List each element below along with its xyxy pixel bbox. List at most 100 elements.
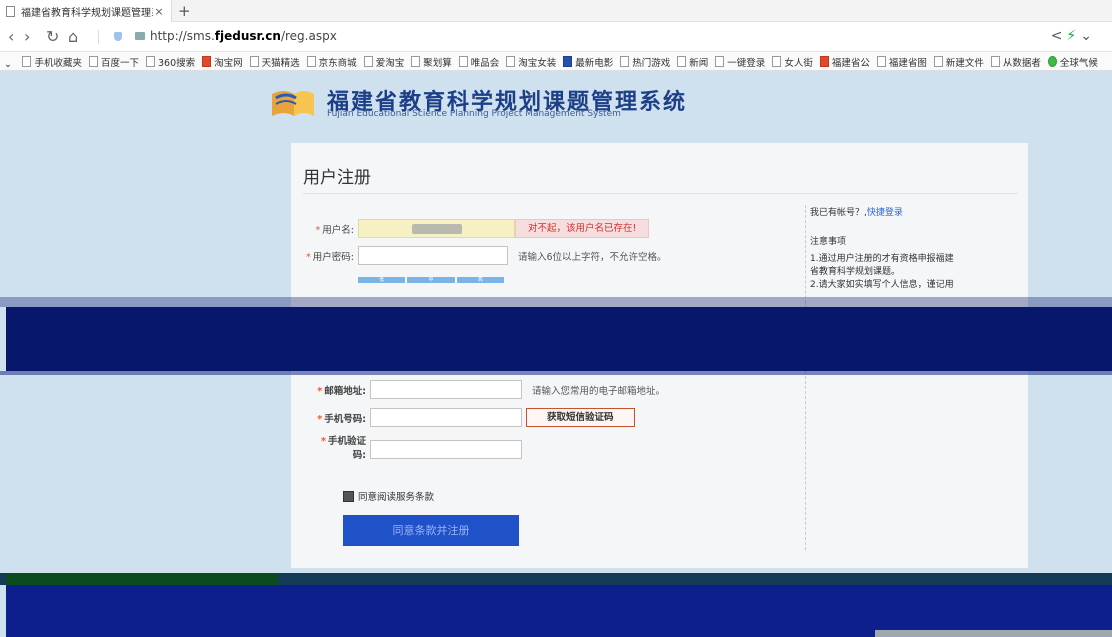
page-icon (22, 56, 32, 67)
page-icon (249, 56, 259, 67)
favorite-item[interactable]: 新建文件 (933, 52, 984, 70)
close-tab-icon[interactable]: × (153, 5, 165, 18)
favorite-label: 热门游戏 (632, 57, 671, 69)
home-icon[interactable]: ⌂ (68, 27, 78, 46)
favorite-label: 唯品会 (470, 57, 500, 69)
favorite-item[interactable]: 唯品会 (458, 52, 500, 70)
favorite-label: 天猫精选 (261, 57, 300, 69)
quick-login-link[interactable]: 快捷登录 (867, 208, 903, 218)
favorite-item[interactable]: 新闻 (677, 52, 709, 70)
toolbar-divider (98, 30, 99, 44)
email-input[interactable] (370, 380, 522, 399)
favorite-label: 新闻 (689, 57, 709, 69)
url-field[interactable]: http://sms.fjedusr.cn/reg.aspx (150, 29, 337, 43)
favorite-item[interactable]: 福建省图 (876, 52, 927, 70)
page-icon (506, 56, 516, 67)
favorite-item[interactable]: 360搜索 (146, 52, 196, 70)
favorite-item[interactable]: 聚划算 (411, 52, 452, 70)
browser-tab[interactable]: 福建省教育科学规划课题管理系统 × (0, 0, 172, 22)
page-icon (306, 56, 316, 67)
forward-icon[interactable]: › (24, 27, 30, 46)
favorite-item[interactable]: 热门游戏 (620, 52, 671, 70)
favorite-label: 360搜索 (158, 57, 196, 69)
page-icon (772, 56, 782, 67)
agree-terms-label[interactable]: 同意阅读服务条款 (358, 489, 434, 503)
site-subtitle: Fujian Educational Science Planning Proj… (327, 109, 621, 119)
favorite-item[interactable]: 女人街 (772, 52, 813, 70)
username-label: * 用户名: (315, 224, 354, 236)
favorite-label: 爱淘宝 (375, 57, 405, 69)
favorite-label: 从数据者 (1002, 57, 1041, 69)
note-2: 2.请大家如实填写个人信息，谨记用 (810, 280, 954, 290)
username-value-redacted (411, 223, 462, 234)
favorite-item[interactable]: 淘宝网 (202, 52, 243, 70)
favorite-label: 淘宝网 (214, 57, 243, 69)
page-icon (146, 56, 155, 67)
phone-input[interactable] (370, 408, 522, 427)
speed-mode-icon[interactable]: ⚡ (1066, 28, 1080, 44)
render-glitch-band (6, 307, 1112, 371)
favorite-item[interactable]: 最新电影 (563, 52, 614, 70)
page-icon (6, 5, 15, 17)
sms-code-row: * 手机验证 码: (300, 435, 522, 463)
favorite-label: 手机收藏夹 (34, 57, 82, 69)
favorite-item[interactable]: 福建省公 (819, 52, 870, 70)
favorites-expand-icon[interactable]: ⌄ (4, 55, 12, 70)
favorite-item[interactable]: 京东商城 (306, 52, 357, 70)
page-icon (411, 56, 421, 67)
note-1b: 省教育科学规划课题。 (810, 267, 901, 277)
security-shield-icon[interactable] (114, 32, 122, 41)
refresh-icon[interactable]: ↻ (46, 27, 59, 46)
site-header: 福建省教育科学规划课题管理系统 Fujian Educational Scien… (270, 78, 690, 128)
favorite-label: 福建省图 (888, 57, 927, 69)
favorite-item[interactable]: 百度一下 (88, 52, 139, 70)
page-icon (88, 56, 98, 67)
password-input[interactable] (358, 246, 508, 265)
favorite-label: 京东商城 (318, 57, 357, 69)
site-favicon-icon (563, 56, 573, 67)
site-favicon-icon (819, 56, 829, 67)
favorite-item[interactable]: 淘宝女装 (506, 52, 556, 70)
favorites-bar: ⌄ 手机收藏夹 百度一下 360搜索 淘宝网 天猫精选 京东商城 爱淘宝 聚划算 唯品会 淘宝女装… (0, 52, 1112, 71)
site-favicon-icon (1047, 56, 1057, 67)
favorite-item[interactable]: 从数据者 (990, 52, 1041, 70)
sidebar: 我已有帐号？,快捷登录 注意事项 1.通过用户注册的才有资格申报福建 省教育科学… (810, 207, 1010, 292)
phone-row: * 手机号码: 获取短信验证码 (300, 408, 635, 427)
tab-title: 福建省教育科学规划课题管理系统 (21, 7, 153, 19)
new-tab-button[interactable]: + (178, 2, 191, 20)
favorite-label: 一键登录 (727, 57, 766, 69)
notes-title: 注意事项 (810, 237, 847, 247)
password-row: * 用户密码: 请输入6位以上字符，不允许空格。 (300, 246, 667, 265)
password-label: * 用户密码: (306, 251, 354, 263)
agree-checkbox[interactable] (343, 490, 354, 502)
email-label: * 邮箱地址: (317, 385, 366, 397)
favorite-item[interactable]: 天猫精选 (249, 52, 300, 70)
get-sms-code-button[interactable]: 获取短信验证码 (526, 408, 635, 427)
favorite-item[interactable]: 一键登录 (715, 52, 766, 70)
render-glitch-band (6, 573, 278, 585)
book-logo-icon (272, 91, 314, 116)
sms-code-input[interactable] (370, 439, 522, 459)
favorite-item[interactable]: 爱淘宝 (363, 52, 405, 70)
tab-strip: 福建省教育科学规划课题管理系统 × + (0, 0, 1112, 22)
title-divider (303, 193, 1018, 194)
page-icon (677, 56, 687, 67)
favorite-label: 女人街 (784, 57, 813, 69)
favorite-item[interactable]: 手机收藏夹 (22, 52, 82, 70)
back-icon[interactable]: ‹ (8, 27, 14, 46)
sidebar-divider (805, 205, 806, 550)
chevron-down-icon[interactable]: ⌄ (1080, 28, 1096, 44)
username-input[interactable] (358, 219, 515, 238)
favorite-item[interactable]: 全球气候 (1047, 52, 1098, 70)
site-info-icon[interactable] (135, 32, 145, 40)
page-icon (458, 56, 468, 67)
strength-low: 低 (358, 277, 406, 283)
agree-terms-row: 同意阅读服务条款 (343, 489, 434, 503)
share-icon[interactable]: < (1051, 28, 1067, 44)
favorite-label: 最新电影 (575, 57, 614, 69)
register-submit-button[interactable]: 同意条款并注册 (343, 515, 519, 546)
strength-mid: 中 (407, 277, 455, 283)
login-prompt: 我已有帐号？,快捷登录 (810, 208, 903, 218)
favorite-label: 聚划算 (423, 57, 452, 69)
page-icon (620, 56, 630, 67)
